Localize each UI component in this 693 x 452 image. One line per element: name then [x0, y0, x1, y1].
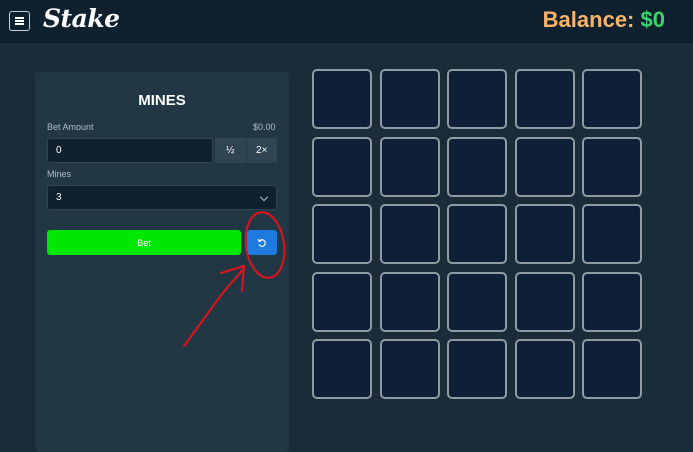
mine-tile[interactable]	[380, 69, 440, 129]
mine-tile[interactable]	[515, 339, 575, 399]
balance-value: $0	[640, 7, 665, 32]
mine-tile[interactable]	[582, 69, 642, 129]
mine-tile[interactable]	[312, 137, 372, 197]
mine-tile[interactable]	[312, 272, 372, 332]
bet-amount-input[interactable]: 0	[47, 138, 213, 163]
double-bet-button[interactable]: 2×	[245, 138, 277, 163]
mines-select-value: 3	[56, 192, 62, 203]
mine-tile[interactable]	[582, 204, 642, 264]
mine-tile[interactable]	[447, 204, 507, 264]
mine-tile[interactable]	[447, 137, 507, 197]
refresh-icon	[257, 238, 266, 247]
mine-tile[interactable]	[515, 272, 575, 332]
chevron-down-icon	[259, 192, 269, 202]
top-bar: Stake Balance: $0	[0, 0, 693, 43]
balance-label: Balance:	[542, 7, 635, 32]
bet-amount-display: $0.00	[253, 122, 276, 132]
mine-tile[interactable]	[582, 339, 642, 399]
mine-tile[interactable]	[312, 339, 372, 399]
bet-amount-label: Bet Amount	[47, 122, 94, 132]
mine-tile[interactable]	[515, 69, 575, 129]
mine-tile[interactable]	[380, 272, 440, 332]
mine-tile[interactable]	[582, 272, 642, 332]
bet-modifiers: ½ 2×	[214, 138, 277, 163]
mine-tile[interactable]	[515, 204, 575, 264]
panel-title: MINES	[138, 92, 186, 109]
mine-tile[interactable]	[582, 137, 642, 197]
menu-button[interactable]	[9, 11, 30, 31]
mine-tile[interactable]	[515, 137, 575, 197]
mines-select[interactable]: 3	[47, 185, 277, 210]
mine-tile[interactable]	[312, 69, 372, 129]
mine-tile[interactable]	[380, 137, 440, 197]
mine-tile[interactable]	[380, 204, 440, 264]
balance-display: Balance: $0	[543, 7, 665, 33]
half-bet-button[interactable]: ½	[214, 138, 246, 163]
reset-button[interactable]	[247, 230, 277, 255]
stake-logo[interactable]: Stake	[43, 4, 120, 33]
mine-tile[interactable]	[447, 339, 507, 399]
hamburger-icon	[15, 17, 24, 25]
mines-label: Mines	[47, 169, 72, 179]
bet-button[interactable]: Bet	[47, 230, 241, 255]
mine-tile[interactable]	[380, 339, 440, 399]
mine-tile[interactable]	[447, 69, 507, 129]
mine-tile[interactable]	[447, 272, 507, 332]
mine-tile[interactable]	[312, 204, 372, 264]
